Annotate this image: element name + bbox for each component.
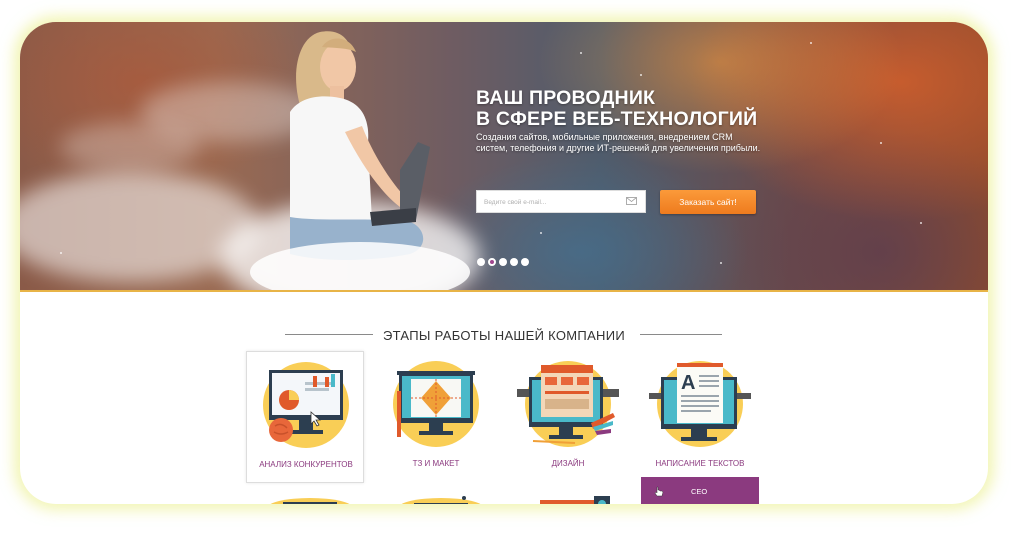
stage-label: АНАЛИЗ КОНКУРЕНТОВ [259,460,353,469]
stage-card-spec-mockup[interactable]: ТЗ И МАКЕТ [377,351,495,483]
analytics-monitor-icon [269,370,343,442]
stage-label: ТЗ И МАКЕТ [412,459,460,468]
next-stage-icon-3 [540,496,610,504]
stage-label: ДИЗАЙН [551,459,585,468]
email-field-wrapper [476,190,646,213]
wireframe-monitor-icon [397,371,475,437]
slider-dot-4[interactable] [510,258,518,266]
slider-dot-1[interactable] [477,258,485,266]
ceo-popup[interactable]: CEO [641,477,759,504]
hero-title: ВАШ ПРОВОДНИК В СФЕРЕ ВЕБ-ТЕХНОЛОГИЙ [476,88,757,130]
stage-card-competitor-analysis[interactable]: АНАЛИЗ КОНКУРЕНТОВ [246,351,364,483]
mail-icon [626,197,637,205]
stage-label: НАПИСАНИЕ ТЕКСТОВ [655,459,745,468]
slider-dots [477,258,529,266]
next-stage-icon-2 [401,496,481,504]
stage-card-copywriting[interactable]: A НАПИСАНИЕ ТЕКСТОВ [641,351,759,483]
hand-cursor-icon [654,486,664,497]
next-stage-icon-1 [270,498,350,504]
hero-title-line-2: В СФЕРЕ ВЕБ-ТЕХНОЛОГИЙ [476,108,758,130]
hero-banner: ВАШ ПРОВОДНИК В СФЕРЕ ВЕБ-ТЕХНОЛОГИЙ Соз… [20,22,988,290]
girl-with-laptop-image [250,31,470,290]
hero-divider [20,290,988,292]
stages-header: ЭТАПЫ РАБОТЫ НАШЕЙ КОМПАНИИ [20,324,988,344]
email-input[interactable] [477,192,617,213]
stage-card-design[interactable]: ДИЗАЙН [509,351,627,483]
stages-title: ЭТАПЫ РАБОТЫ НАШЕЙ КОМПАНИИ [20,328,988,343]
hero-title-line-1: ВАШ ПРОВОДНИК [476,87,656,109]
slider-dot-2[interactable] [488,258,496,266]
ceo-label: CEO [691,487,708,496]
order-site-button[interactable]: Заказать сайт! [660,190,756,214]
text-document-icon: A [649,363,751,441]
svg-text:A: A [681,372,695,394]
slider-dot-3[interactable] [499,258,507,266]
hero-subtitle: Создания сайтов, мобильные приложения, в… [476,132,761,153]
slider-dot-5[interactable] [521,258,529,266]
design-monitor-icon [517,365,619,444]
page-frame: ВАШ ПРОВОДНИК В СФЕРЕ ВЕБ-ТЕХНОЛОГИЙ Соз… [20,22,988,504]
